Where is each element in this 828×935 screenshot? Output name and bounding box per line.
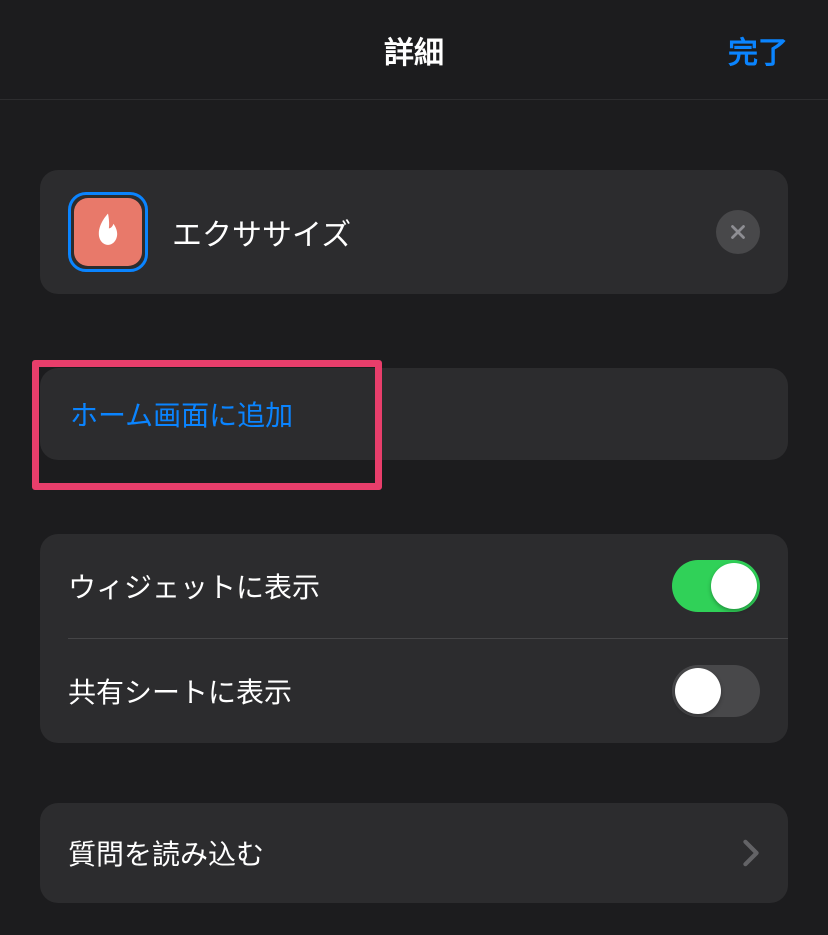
flame-icon — [74, 198, 142, 266]
content: エクササイズ ホーム画面に追加 ウィジェットに表示 共有シートに表示 — [0, 170, 828, 903]
chevron-right-icon — [742, 839, 760, 867]
show-in-widget-toggle[interactable] — [672, 560, 760, 612]
show-in-share-sheet-toggle[interactable] — [672, 665, 760, 717]
load-section: 質問を読み込む — [40, 803, 788, 903]
shortcut-name-input[interactable]: エクササイズ — [172, 210, 692, 254]
show-in-share-sheet-row: 共有シートに表示 — [40, 639, 788, 743]
show-in-widget-label: ウィジェットに表示 — [68, 566, 320, 606]
header: 詳細 完了 — [0, 0, 828, 100]
toggle-knob — [675, 668, 721, 714]
load-questions-row[interactable]: 質問を読み込む — [40, 803, 788, 903]
close-icon — [727, 221, 749, 243]
toggle-knob — [711, 563, 757, 609]
shortcut-icon-button[interactable] — [68, 192, 148, 272]
load-questions-label: 質問を読み込む — [68, 833, 264, 873]
toggle-section: ウィジェットに表示 共有シートに表示 — [40, 534, 788, 743]
add-to-home-section: ホーム画面に追加 — [40, 368, 788, 460]
done-button[interactable]: 完了 — [728, 28, 788, 72]
show-in-share-sheet-label: 共有シートに表示 — [68, 671, 292, 711]
shortcut-name-row: エクササイズ — [40, 170, 788, 294]
add-to-home-label[interactable]: ホーム画面に追加 — [40, 368, 293, 460]
clear-button[interactable] — [716, 210, 760, 254]
show-in-widget-row: ウィジェットに表示 — [68, 534, 788, 638]
page-title: 詳細 — [384, 28, 444, 72]
